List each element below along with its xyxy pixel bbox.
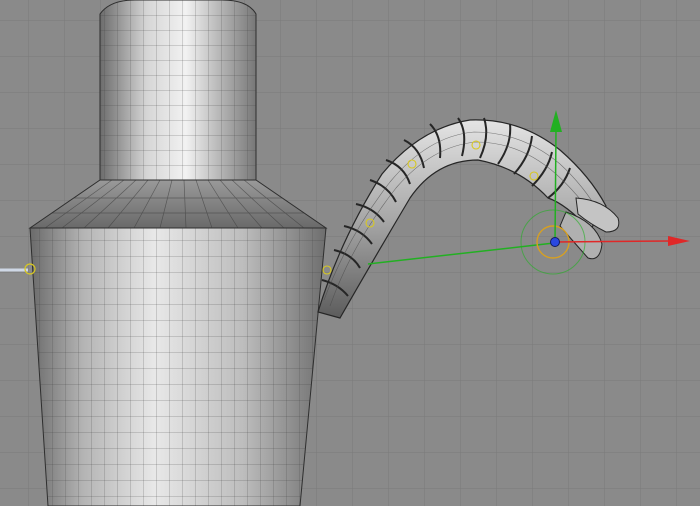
bottle-neck-mesh[interactable]: [99, 0, 260, 181]
3d-viewport[interactable]: [0, 0, 700, 506]
dot-icon[interactable]: [550, 237, 560, 247]
gizmo-x-axis[interactable]: [552, 240, 671, 243]
viewport-canvas[interactable]: [0, 0, 700, 506]
gizmo-y-axis[interactable]: [554, 129, 557, 243]
